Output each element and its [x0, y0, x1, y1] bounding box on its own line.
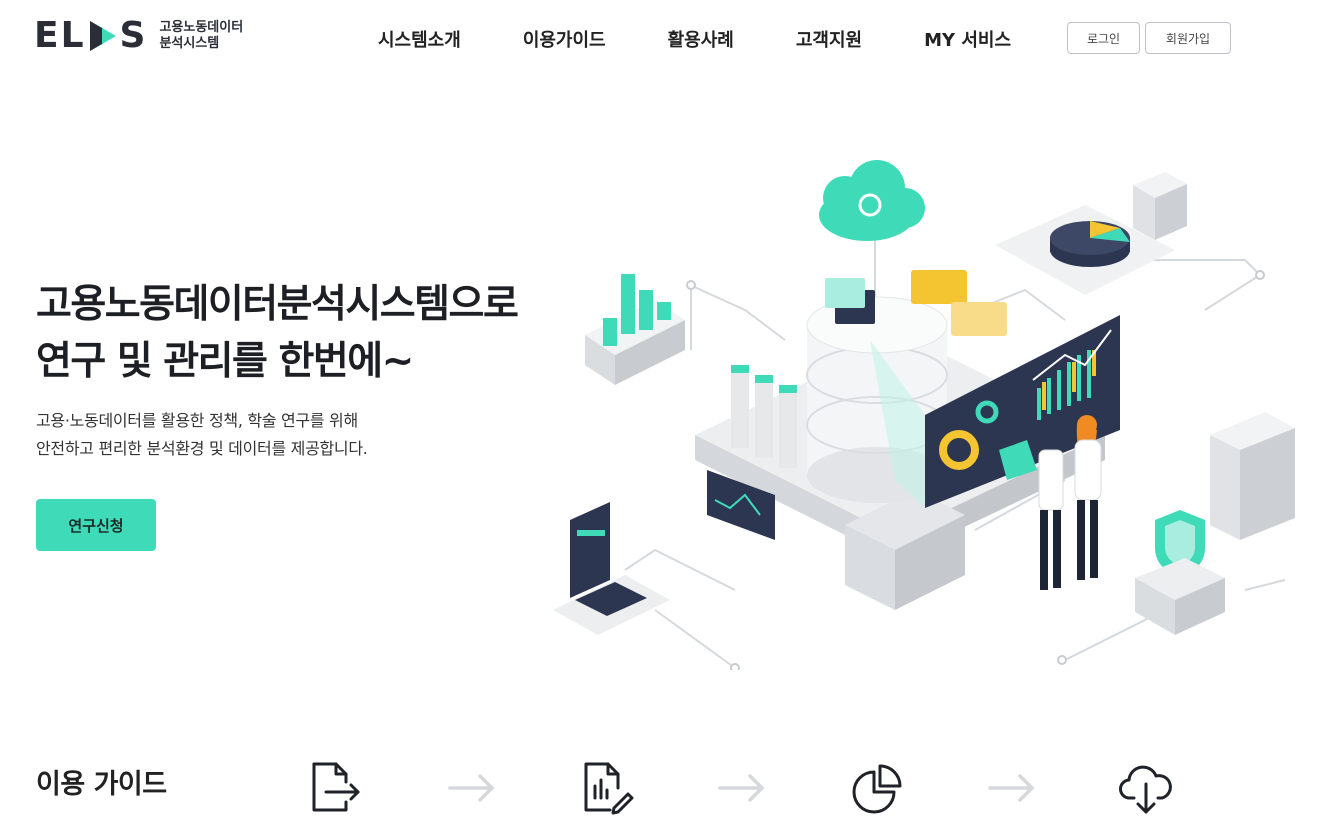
main-nav: 시스템소개 이용가이드 활용사례 고객지원 MY 서비스: [378, 26, 1011, 52]
research-apply-button[interactable]: 연구신청: [36, 499, 156, 551]
logo-mark: EL S: [34, 15, 148, 56]
document-edit-icon[interactable]: [580, 760, 636, 816]
nav-item-usage-guide[interactable]: 이용가이드: [523, 26, 606, 52]
login-button[interactable]: 로그인: [1067, 22, 1140, 54]
guide-title: 이용 가이드: [36, 769, 167, 800]
hero-description: 고용·노동데이터를 활용한 정책, 학술 연구를 위해 안전하고 편리한 분석환…: [36, 411, 368, 458]
cloud-download-icon[interactable]: [1118, 760, 1174, 816]
hero-title: 고용노동데이터분석시스템으로 연구 및 관리를 한번에~: [36, 282, 519, 384]
arrow-right-icon: [716, 768, 768, 808]
logo-subtitle: 고용노동데이터 분석시스템: [159, 20, 244, 51]
nav-item-system-intro[interactable]: 시스템소개: [378, 26, 461, 52]
file-export-icon[interactable]: [308, 760, 364, 816]
nav-item-my-service[interactable]: MY 서비스: [924, 26, 1011, 52]
signup-button[interactable]: 회원가입: [1145, 22, 1231, 54]
nav-item-use-cases[interactable]: 활용사례: [668, 26, 734, 52]
site-header: EL S 고용노동데이터 분석시스템 시스템소개 이용가이드 활용사례 고객지원…: [0, 0, 1339, 78]
site-logo[interactable]: EL S 고용노동데이터 분석시스템: [34, 18, 243, 54]
nav-item-customer-support[interactable]: 고객지원: [796, 26, 862, 52]
auth-buttons: 로그인 회원가입: [1067, 22, 1231, 54]
hero-illustration: [545, 150, 1339, 673]
play-icon: [88, 19, 118, 53]
pie-chart-icon[interactable]: [850, 760, 906, 816]
arrow-right-icon: [446, 768, 498, 808]
arrow-right-icon: [986, 768, 1038, 808]
